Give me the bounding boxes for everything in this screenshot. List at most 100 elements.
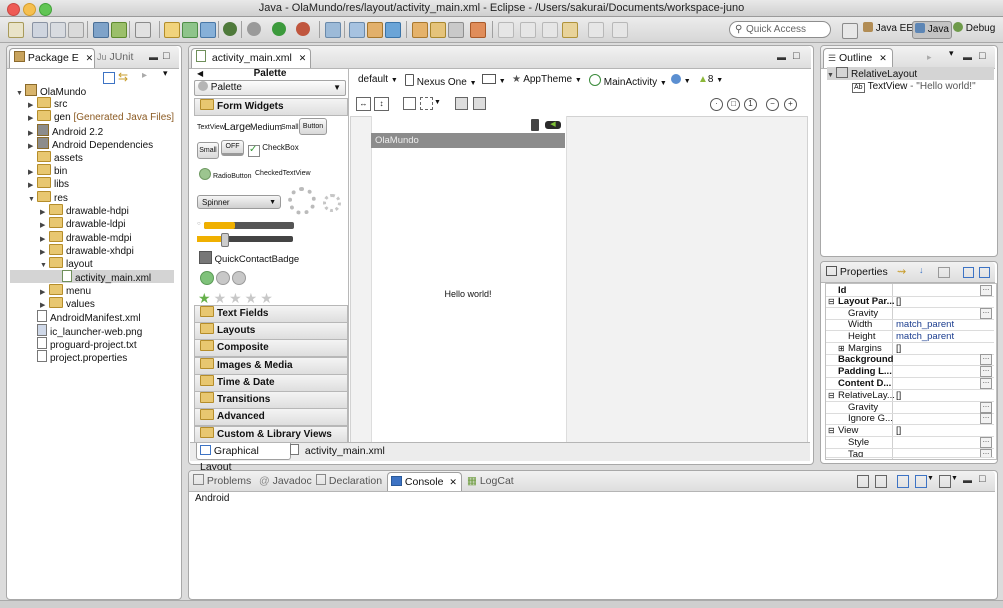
perspective-java[interactable]: Java bbox=[912, 21, 952, 39]
collapse-icon[interactable]: ⊟ bbox=[828, 296, 835, 307]
property-row-content-description[interactable]: Content D...… bbox=[826, 378, 994, 390]
tree-item-activity-main-xml[interactable]: activity_main.xml bbox=[10, 270, 174, 284]
outline-item-textview[interactable]: Ab TextView - "Hello world!" bbox=[852, 80, 976, 93]
collapse-icon[interactable]: ⊟ bbox=[828, 425, 835, 436]
orientation-dropdown[interactable]: ▼ bbox=[482, 74, 506, 86]
api-level-dropdown[interactable]: ▲8 ▼ bbox=[698, 74, 723, 85]
tree-item-proguard[interactable]: proguard-project.txt bbox=[28, 337, 137, 351]
toggle-fill-width-icon[interactable]: ↔ bbox=[356, 97, 371, 111]
edit-pencil-icon[interactable] bbox=[448, 22, 464, 38]
locale-dropdown[interactable]: ▼ bbox=[671, 74, 691, 86]
device-dropdown[interactable]: Nexus One ▼ bbox=[405, 74, 477, 88]
outline-action-icon[interactable]: ▸ bbox=[927, 52, 932, 63]
palette-section-transitions[interactable]: Transitions bbox=[194, 391, 348, 409]
focus-icon[interactable]: ▸ bbox=[142, 70, 147, 81]
perspective-debug[interactable]: Debug bbox=[953, 20, 995, 38]
minimize-icon[interactable]: ▬ bbox=[149, 52, 158, 62]
skip-breakpoints-icon[interactable] bbox=[247, 22, 261, 36]
close-tab-icon[interactable]: ✕ bbox=[86, 53, 94, 63]
open-folder-icon[interactable] bbox=[412, 22, 428, 38]
ellipsis-button[interactable]: … bbox=[980, 366, 992, 377]
tree-item-drawable-mdpi[interactable]: ▶ drawable-mdpi bbox=[40, 231, 132, 244]
tree-item-assets[interactable]: assets bbox=[28, 151, 83, 164]
tree-item-bin[interactable]: ▶ bin bbox=[28, 164, 67, 177]
quick-access-field[interactable]: ⚲ Quick Access bbox=[729, 21, 831, 38]
display-console-icon[interactable] bbox=[915, 475, 927, 488]
chevron-down-icon[interactable]: ▼ bbox=[927, 475, 934, 482]
tree-item-layout[interactable]: ▼ layout bbox=[40, 257, 93, 270]
tab-logcat[interactable]: ▦ LogCat bbox=[467, 472, 514, 491]
zoom-in-icon[interactable]: + bbox=[784, 98, 797, 111]
refresh-icon[interactable] bbox=[385, 22, 401, 38]
palette-section-form-widgets[interactable]: Form Widgets bbox=[194, 98, 348, 116]
widget-large-text[interactable]: Large bbox=[224, 121, 251, 133]
run-icon[interactable] bbox=[272, 22, 286, 36]
ellipsis-button[interactable]: … bbox=[980, 354, 992, 365]
print-icon[interactable] bbox=[68, 22, 84, 38]
tree-item-ic-launcher[interactable]: ic_launcher-web.png bbox=[28, 324, 142, 338]
property-row-background[interactable]: Background… bbox=[826, 354, 994, 366]
pin-console-icon[interactable] bbox=[897, 475, 909, 488]
collapse-all-icon[interactable] bbox=[979, 267, 990, 278]
forward-nav-icon[interactable] bbox=[588, 22, 604, 38]
widget-checkedtextview[interactable]: CheckedTextView bbox=[255, 170, 311, 177]
back-nav-icon[interactable] bbox=[562, 22, 578, 38]
property-row-width[interactable]: Width match_parent bbox=[826, 319, 994, 331]
collapse-palette-icon[interactable]: ◀ bbox=[197, 68, 203, 79]
widget-progressbar-horizontal[interactable] bbox=[204, 222, 294, 229]
activity-dropdown[interactable]: MainActivity ▼ bbox=[589, 74, 667, 88]
tree-item-android-manifest[interactable]: AndroidManifest.xml bbox=[28, 310, 141, 324]
config-dropdown[interactable]: default ▼ bbox=[358, 74, 398, 85]
maximize-icon[interactable]: □ bbox=[979, 473, 986, 485]
maximize-icon[interactable]: □ bbox=[979, 50, 986, 62]
ellipsis-button[interactable]: … bbox=[980, 378, 992, 389]
ellipsis-button[interactable]: … bbox=[980, 285, 992, 296]
distribute-weights-icon[interactable] bbox=[455, 97, 468, 110]
widget-toggle-button[interactable]: OFF bbox=[221, 140, 244, 156]
pin-editor-icon[interactable] bbox=[612, 22, 628, 38]
property-row-height[interactable]: Height match_parent bbox=[826, 331, 994, 343]
widget-small-text[interactable]: Small bbox=[281, 124, 299, 131]
widget-button[interactable]: Button bbox=[299, 118, 327, 135]
theme-dropdown[interactable]: ★ AppTheme ▼ bbox=[512, 74, 582, 85]
property-row-style[interactable]: Style… bbox=[826, 437, 994, 449]
ellipsis-button[interactable]: … bbox=[980, 308, 992, 319]
lint-check-icon[interactable] bbox=[135, 22, 151, 38]
tree-item-res[interactable]: ▼ res bbox=[28, 191, 68, 204]
tab-problems[interactable]: Problems bbox=[193, 472, 251, 491]
clear-console-icon[interactable] bbox=[857, 475, 869, 488]
save-icon[interactable] bbox=[32, 22, 48, 38]
widget-quickcontactbadge[interactable]: QuickContactBadge bbox=[199, 251, 299, 265]
previous-edit-icon[interactable] bbox=[520, 22, 536, 38]
search-icon[interactable] bbox=[367, 22, 383, 38]
annotate-icon[interactable] bbox=[430, 22, 446, 38]
show-advanced-icon[interactable] bbox=[938, 267, 950, 278]
zoom-to-fit-icon[interactable]: · bbox=[710, 98, 723, 111]
widget-radiobutton[interactable]: RadioButton bbox=[199, 168, 251, 180]
open-console-icon[interactable] bbox=[939, 475, 951, 488]
widget-spinner[interactable]: Spinner ▼ bbox=[197, 195, 281, 209]
tree-item-menu[interactable]: ▶ menu bbox=[40, 284, 91, 297]
tree-item-drawable-ldpi[interactable]: ▶ drawable-ldpi bbox=[40, 217, 125, 230]
property-row-tag[interactable]: Tag… bbox=[826, 449, 994, 458]
close-tab-icon[interactable]: ✕ bbox=[299, 53, 307, 63]
tree-item-libs[interactable]: ▶ libs bbox=[28, 177, 69, 190]
widget-medium-text[interactable]: Medium bbox=[250, 122, 282, 132]
property-row-layout-params[interactable]: ⊟ Layout Par...[] bbox=[826, 296, 994, 308]
layout-gravity-icon[interactable] bbox=[420, 97, 433, 110]
open-task-icon[interactable] bbox=[349, 22, 365, 38]
tree-item-gen[interactable]: ▶ gen [Generated Java Files] bbox=[28, 110, 174, 123]
debug-icon[interactable] bbox=[223, 22, 237, 36]
tree-item-project[interactable]: ▼ OlaMundo bbox=[16, 84, 86, 98]
ellipsis-button[interactable]: … bbox=[980, 437, 992, 448]
chevron-down-icon[interactable]: ▼ bbox=[951, 475, 958, 482]
widget-small-button[interactable]: Small bbox=[197, 142, 219, 159]
property-row-padding[interactable]: Padding L...… bbox=[826, 366, 994, 378]
tab-outline[interactable]: ☰ Outline ✕ bbox=[823, 48, 893, 68]
tree-item-src[interactable]: ▶ src bbox=[28, 97, 67, 110]
next-annotation-icon[interactable] bbox=[470, 22, 486, 38]
widget-progressbar-large[interactable] bbox=[288, 187, 316, 215]
device-screen[interactable] bbox=[371, 116, 567, 442]
tree-item-android-dependencies[interactable]: ▶ Android Dependencies bbox=[28, 137, 153, 151]
expand-icon[interactable]: ⊞ bbox=[838, 343, 845, 354]
